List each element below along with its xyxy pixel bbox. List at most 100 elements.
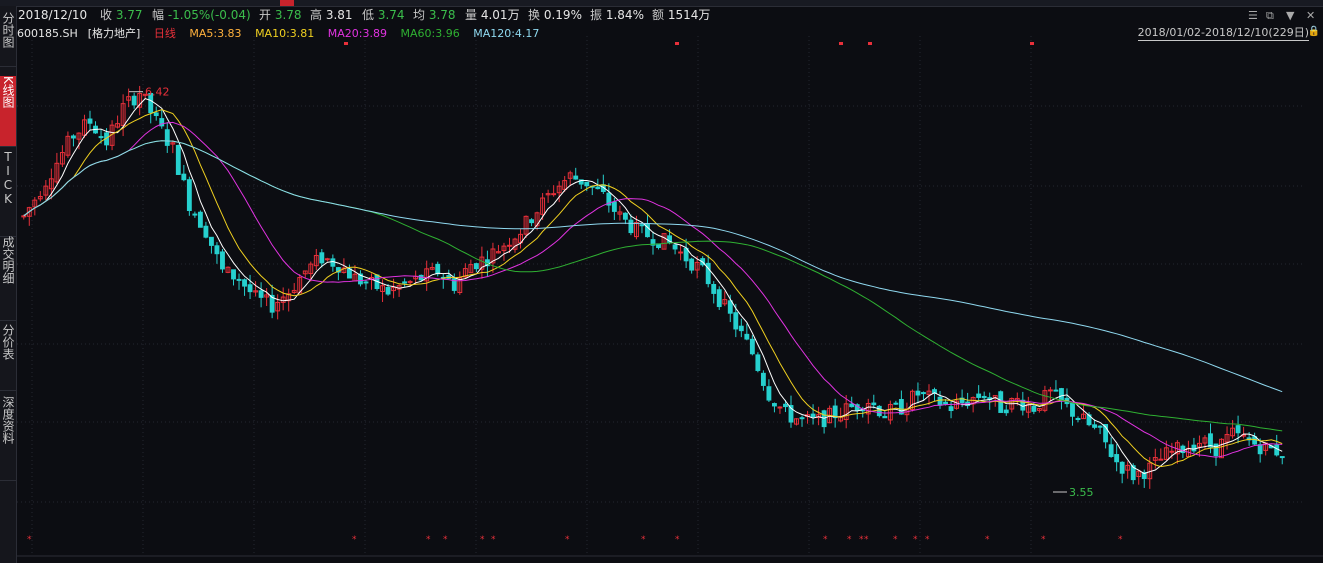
kline-chart[interactable]: 6.423.55* * * * * * * * * * * * * * * * * * *	[17, 26, 1323, 563]
candle-body	[948, 406, 954, 412]
candle-body	[733, 312, 739, 330]
ma10-line	[23, 109, 1283, 468]
candle-body	[330, 258, 336, 267]
candle-body	[71, 135, 76, 139]
candle-body	[242, 279, 247, 287]
low-annotation: 3.55	[1069, 486, 1094, 499]
candle-body	[1108, 444, 1114, 457]
tab-tick[interactable]: TICK	[0, 150, 16, 237]
candle-body	[258, 290, 264, 298]
candle-body	[98, 136, 104, 139]
candle-body	[1119, 461, 1125, 474]
amplitude-label: 振	[590, 8, 603, 22]
close-icon[interactable]: ✕	[1306, 6, 1315, 25]
candle-body	[319, 252, 325, 264]
candle-body	[1047, 389, 1053, 392]
close-label: 收	[100, 8, 113, 22]
open-value: 3.78	[274, 8, 302, 22]
candle-body	[871, 402, 877, 406]
candle-body	[716, 289, 722, 308]
candle-body	[976, 393, 982, 398]
date-range[interactable]: 2018/01/02-2018/12/10(229日)	[1137, 26, 1309, 41]
period-label[interactable]: 日线	[154, 27, 176, 40]
candle-body	[1191, 444, 1197, 452]
candle-body	[799, 417, 805, 420]
candle-body	[744, 333, 750, 340]
candle-body	[435, 263, 441, 275]
candle-body	[760, 372, 766, 386]
candle-body	[628, 219, 634, 234]
candle-body	[783, 403, 788, 408]
chevron-down-icon[interactable]: ▼	[1286, 6, 1294, 25]
event-star: *	[913, 535, 918, 545]
candle-body	[203, 225, 209, 238]
event-star: *	[893, 535, 898, 545]
quote-date: 2018/12/10	[18, 8, 88, 22]
event-marker	[868, 42, 872, 45]
candle-body	[1003, 409, 1009, 414]
event-star: *	[565, 535, 570, 545]
ma120-label: MA120:4.17	[473, 27, 540, 40]
candle-body	[208, 236, 214, 246]
avg-value: 3.78	[428, 8, 456, 22]
candle-body	[689, 258, 695, 271]
event-marker	[675, 42, 679, 45]
amount-value: 1514万	[667, 8, 711, 22]
candle-body	[882, 415, 888, 419]
candle-body	[777, 406, 783, 409]
amount-label: 额	[652, 8, 665, 22]
ma5-line	[23, 98, 1283, 475]
tab-price-table[interactable]: 分价表	[0, 324, 16, 391]
candle-body	[810, 413, 816, 418]
candle-body	[1070, 402, 1075, 417]
restore-icon[interactable]: ⧉	[1266, 6, 1274, 25]
candle-body	[981, 395, 987, 399]
candle-body	[672, 244, 678, 250]
volume-label: 量	[465, 8, 478, 22]
candle-body	[529, 219, 534, 224]
ma20-label: MA20:3.89	[327, 27, 387, 40]
candle-body	[153, 112, 159, 117]
candle-body	[363, 281, 369, 284]
candle-body	[893, 402, 899, 405]
candle-body	[1092, 424, 1098, 428]
event-star: *	[925, 535, 930, 545]
event-star: *	[1118, 535, 1123, 545]
candle-body	[473, 263, 479, 270]
high-label: 高	[310, 8, 323, 22]
candle-body	[1059, 388, 1064, 401]
tab-kline[interactable]: K线图	[0, 76, 16, 147]
event-star: *	[1041, 535, 1046, 545]
candle-body	[1208, 433, 1213, 448]
event-star: *	[491, 535, 496, 545]
event-star: *	[847, 535, 852, 545]
candle-body	[766, 386, 772, 401]
event-star: *	[641, 535, 646, 545]
tab-depth-info[interactable]: 深度资料	[0, 396, 16, 481]
candle-body	[507, 244, 512, 247]
candle-body	[639, 224, 645, 227]
high-annotation: 6.42	[145, 86, 170, 99]
candle-body	[1053, 389, 1059, 392]
candle-body	[1097, 425, 1103, 428]
menu-icon[interactable]: ☰	[1248, 6, 1258, 25]
event-star: *	[823, 535, 828, 545]
ma10-label: MA10:3.81	[255, 27, 315, 40]
tab-trade-detail[interactable]: 成交明细	[0, 236, 16, 321]
tab-intraday[interactable]: 分时图	[0, 12, 16, 67]
change-value: -1.05%(-0.04)	[167, 8, 251, 22]
candle-body	[584, 181, 590, 187]
candle-body	[1031, 405, 1037, 412]
lock-icon[interactable]: 🔒	[1308, 26, 1320, 37]
amplitude-value: 1.84%	[605, 8, 644, 22]
candle-body	[236, 278, 242, 281]
ma-legend: 600185.SH [格力地产] 日线 MA5:3.83 MA10:3.81 MA…	[17, 26, 549, 41]
candle-body	[943, 401, 948, 405]
candle-body	[186, 179, 192, 212]
candle-body	[220, 251, 225, 270]
candle-body	[197, 211, 203, 228]
event-marker	[1030, 42, 1034, 45]
candle-body	[755, 354, 761, 371]
stock-symbol: 600185.SH	[17, 27, 78, 40]
candle-body	[1158, 458, 1164, 461]
